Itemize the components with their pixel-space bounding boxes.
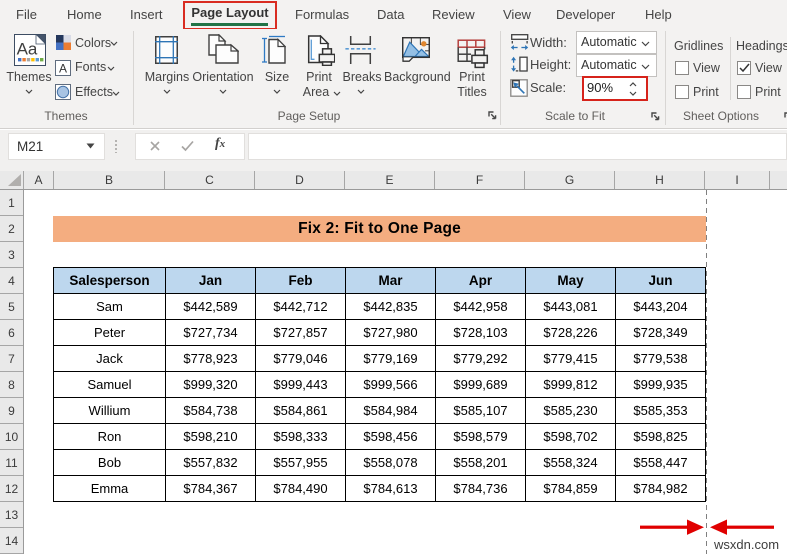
svg-text:Aa: Aa [17,40,38,59]
svg-text:A: A [59,62,67,76]
